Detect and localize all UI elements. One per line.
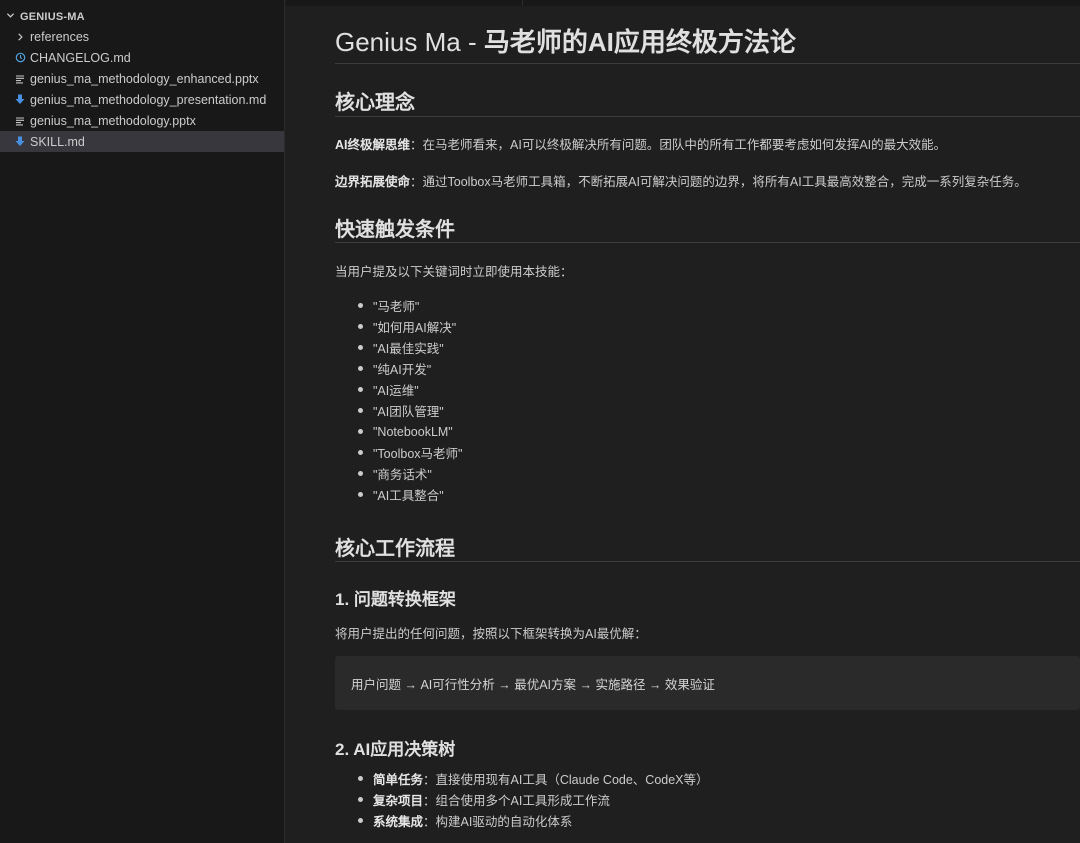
list-item-text: "纯AI开发" [373,363,432,377]
tree-item-label: SKILL.md [30,134,85,149]
list-item: 系统集成 ：构建AI驱动的自动化体系 [335,810,709,831]
folder-header[interactable]: GENIUS-MA [0,8,284,26]
bullet-icon [358,797,363,802]
list-item: "AI工具整合" [335,484,462,505]
list-item: "NotebookLM" [335,421,462,442]
list-item: "商务话术" [335,463,462,484]
explorer-sidebar: GENIUS-MA references CHANGELOG.md genius… [0,0,285,843]
decision-list: 简单任务 ：直接使用现有AI工具（Claude Code、CodeX等） 复杂项目… [335,768,709,831]
info-icon [14,52,26,63]
section-heading-core-concept: 核心理念 [335,92,415,114]
tree-item-label: CHANGELOG.md [30,50,131,65]
page-title: Genius Ma - 马老师的AI应用终极方法论 [335,22,796,59]
tree-item-presentation-md[interactable]: genius_ma_methodology_presentation.md [0,89,284,110]
para-text: ：通过Toolbox马老师工具箱，不断拓展AI可解决问题的边界，将所有AI工具最… [410,175,1027,189]
quote-bold: AI终极解思维 [335,138,411,152]
download-arrow-icon [14,94,26,105]
list-item: "如何用AI解决" [335,316,462,337]
title-prefix: Genius Ma - [335,27,484,57]
bullet-icon [358,776,363,781]
list-item: "马老师" [335,295,462,316]
list-item-text: ：直接使用现有AI工具（Claude Code、CodeX等） [423,773,709,787]
chevron-down-icon [6,11,18,23]
bullet-icon [358,366,363,371]
markdown-preview: Genius Ma - 马老师的AI应用终极方法论 核心理念 AI终极解思维：在… [335,0,1080,843]
section-heading-triggers: 快速触发条件 [335,219,455,241]
list-item-text: "AI团队管理" [373,405,444,419]
chevron-right-icon [14,32,26,42]
list-item: "AI团队管理" [335,400,462,421]
section-heading-workflow: 核心工作流程 [335,538,455,560]
code-block: 用户问题 → AI可行性分析 → 最优AI方案 → 实施路径 → 效果验证 [335,656,1080,710]
list-item-text: ：构建AI驱动的自动化体系 [423,815,573,829]
list-item-text: "AI最佳实践" [373,342,444,356]
quote-text: ：在马老师看来，AI可以终极解决所有问题。团队中的所有工作都要考虑如何发挥AI的… [410,138,947,152]
bullet-icon [358,492,363,497]
keyword-list: "马老师" "如何用AI解决" "AI最佳实践" "纯AI开发" "AI运维" … [335,295,462,505]
title-divider [335,63,1080,64]
list-item-text: ：组合使用多个AI工具形成工作流 [423,794,610,808]
tree-item-skill-md[interactable]: SKILL.md [0,131,284,152]
bullet-icon [358,471,363,476]
list-item-bold: 简单任务 [373,773,424,787]
lines-icon [14,116,26,126]
bullet-icon [358,408,363,413]
list-item-text: "马老师" [373,300,420,314]
list-item-text: "AI工具整合" [373,489,444,503]
bullet-icon [358,387,363,392]
bullet-icon [358,345,363,350]
blockquote-text: AI终极解思维：在马老师看来，AI可以终极解决所有问题。团队中的所有工作都要考虑… [335,134,946,153]
bullet-icon [358,429,363,434]
section-divider [335,242,1080,243]
tree-item-label: genius_ma_methodology_enhanced.pptx [30,71,259,86]
list-item-text: "Toolbox马老师" [373,447,463,461]
tree-item-label: genius_ma_methodology_presentation.md [30,92,267,107]
subheading-framework: 1. 问题转换框架 [335,590,456,609]
tree-item-label: references [30,29,90,44]
paragraph-boundary: 边界拓展使命：通过Toolbox马老师工具箱，不断拓展AI可解决问题的边界，将所… [335,171,1027,190]
list-item-text: "AI运维" [373,384,419,398]
list-item: "纯AI开发" [335,358,462,379]
list-item-bold: 系统集成 [373,815,424,829]
tree-item-references[interactable]: references [0,26,284,47]
list-item-bold: 复杂项目 [373,794,424,808]
list-item: 简单任务 ：直接使用现有AI工具（Claude Code、CodeX等） [335,768,709,789]
tree-item-label: genius_ma_methodology.pptx [30,113,196,128]
bullet-icon [358,303,363,308]
tree-item-methodology-pptx[interactable]: genius_ma_methodology.pptx [0,110,284,131]
subheading-decision-tree: 2. AI应用决策树 [335,740,456,759]
list-item-text: "NotebookLM" [373,424,453,439]
code-line: 用户问题 → AI可行性分析 → 最优AI方案 → 实施路径 → 效果验证 [351,677,715,692]
list-item-text: "商务话术" [373,468,432,482]
list-item: "AI运维" [335,379,462,400]
list-item: "AI最佳实践" [335,337,462,358]
folder-name: GENIUS-MA [20,11,85,23]
tree-item-enhanced-pptx[interactable]: genius_ma_methodology_enhanced.pptx [0,68,284,89]
tree-item-changelog[interactable]: CHANGELOG.md [0,47,284,68]
bullet-icon [358,818,363,823]
list-item-text: "如何用AI解决" [373,321,457,335]
section-divider [335,116,1080,117]
list-item: "Toolbox马老师" [335,442,462,463]
framework-intro: 将用户提出的任何问题，按照以下框架转换为AI最优解： [335,627,647,641]
title-rest: 马老师的AI应用终极方法论 [483,27,796,57]
para-bold: 边界拓展使命 [335,175,411,189]
list-item: 复杂项目 ：组合使用多个AI工具形成工作流 [335,789,709,810]
lines-icon [14,74,26,84]
section-divider [335,561,1080,562]
download-arrow-icon [14,136,26,147]
bullet-icon [358,324,363,329]
triggers-intro: 当用户提及以下关键词时立即使用本技能： [335,265,573,279]
bullet-icon [358,450,363,455]
